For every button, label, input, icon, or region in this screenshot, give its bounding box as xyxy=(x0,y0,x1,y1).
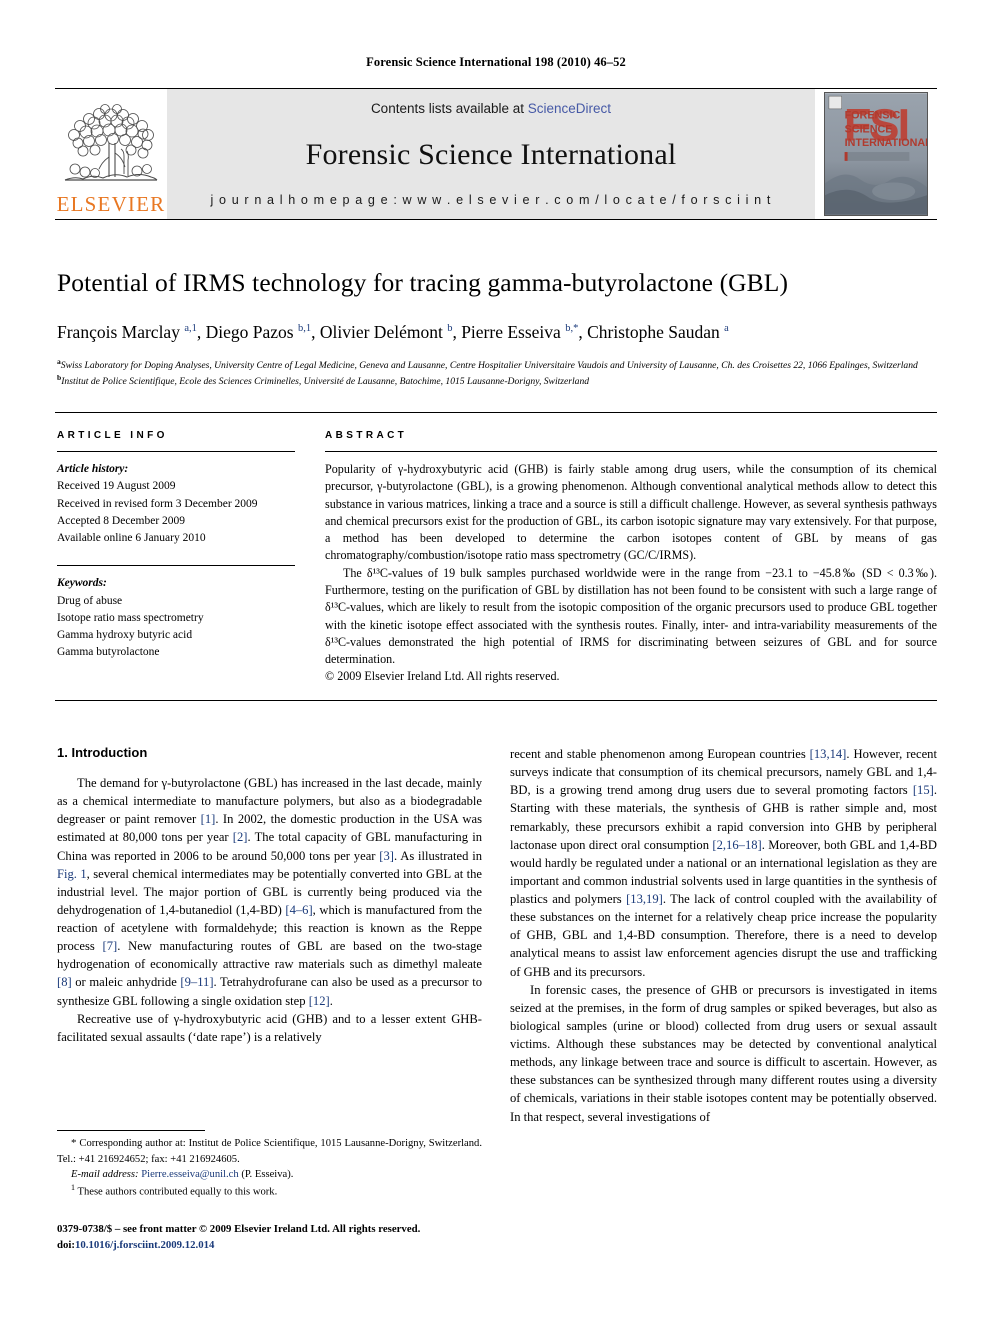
keyword-item: Drug of abuse xyxy=(57,594,123,607)
keywords-label: Keywords: xyxy=(57,577,107,590)
abstract-heading: ABSTRACT xyxy=(325,430,408,441)
footnote-equal-text: These authors contributed equally to thi… xyxy=(77,1186,278,1198)
elsevier-wordmark: ELSEVIER xyxy=(56,192,166,216)
sciencedirect-link[interactable]: ScienceDirect xyxy=(528,101,611,116)
svg-text:FORENSIC: FORENSIC xyxy=(845,110,901,122)
abstract-paragraph: The δ¹³C-values of 19 bulk samples purch… xyxy=(325,565,937,667)
article-info-block: ARTICLE INFO Article history: Received 1… xyxy=(57,430,295,662)
journal-homepage[interactable]: j o u r n a l h o m e p a g e : w w w . … xyxy=(211,193,772,207)
journal-title: Forensic Science International xyxy=(305,137,677,171)
affiliation-a: aSwiss Laboratory for Doping Analyses, U… xyxy=(57,357,937,373)
article-history-item: Received 19 August 2009 xyxy=(57,480,176,493)
author-list: François Marclay a,1, Diego Pazos b,1, O… xyxy=(57,321,729,342)
abstract-copyright: © 2009 Elsevier Ireland Ltd. All rights … xyxy=(325,669,560,684)
article-page: Forensic Science International 198 (2010… xyxy=(0,0,992,1323)
journal-masthead: ELSEVIER Contents lists available at Sci… xyxy=(55,88,937,220)
elsevier-tree-icon xyxy=(64,104,158,181)
svg-text:SCIENCE: SCIENCE xyxy=(845,123,893,135)
email-link[interactable]: Pierre.esseiva@unil.ch xyxy=(141,1169,238,1180)
body-paragraph: Recreative use of γ-hydroxybutyric acid … xyxy=(57,1011,482,1044)
elsevier-logo: ELSEVIER xyxy=(55,89,167,219)
keyword-item: Gamma hydroxy butyric acid xyxy=(57,629,193,641)
keyword-item: Isotope ratio mass spectrometry xyxy=(57,611,204,624)
doi-label: doi: xyxy=(57,1238,75,1251)
imprint-block: 0379-0738/$ – see front matter © 2009 El… xyxy=(57,1222,497,1253)
title-block: Potential of IRMS technology for tracing… xyxy=(57,268,937,390)
abstract-paragraph: Popularity of γ-hydroxybutyric acid (GHB… xyxy=(325,462,937,563)
footnote-corresponding-author: * Corresponding author at: Institut de P… xyxy=(57,1136,482,1167)
affiliation-b-text: Institut de Police Scientifique, Ecole d… xyxy=(61,376,590,388)
article-info-heading: ARTICLE INFO xyxy=(57,430,168,441)
section-heading-introduction: 1. Introduction xyxy=(57,745,148,760)
keywords-rule xyxy=(57,565,295,567)
footnote-star-marker: * xyxy=(71,1137,77,1149)
footnote-email: E-mail address: Pierre.esseiva@unil.ch (… xyxy=(57,1167,482,1182)
svg-text:INTERNATIONAL: INTERNATIONAL xyxy=(845,137,927,149)
running-head: Forensic Science International 198 (2010… xyxy=(366,55,626,69)
footnote-equal-contribution: 1 These authors contributed equally to t… xyxy=(57,1182,482,1200)
article-history-item: Available online 6 January 2010 xyxy=(57,532,206,544)
email-label: E-mail address: xyxy=(71,1168,139,1180)
abstract-block: ABSTRACT Popularity of γ-hydroxybutyric … xyxy=(325,430,937,686)
imprint-front-matter: 0379-0738/$ – see front matter © 2009 El… xyxy=(57,1223,421,1235)
body-column-left: 1. Introduction The demand for γ-butyrol… xyxy=(57,745,482,1046)
contents-available-line: Contents lists available at ScienceDirec… xyxy=(371,101,611,116)
contents-prefix: Contents lists available at xyxy=(370,101,528,116)
abstract-body: Popularity of γ-hydroxybutyric acid (GHB… xyxy=(325,461,937,686)
footnote-rule xyxy=(57,1130,205,1131)
body-paragraph: In forensic cases, the presence of GHB o… xyxy=(510,982,937,1124)
body-column-right: recent and stable phenomenon among Europ… xyxy=(510,745,937,1126)
footnote-marker-1: 1 xyxy=(71,1182,75,1192)
masthead-center: Contents lists available at ScienceDirec… xyxy=(167,89,815,219)
abstract-rule xyxy=(325,451,937,452)
keyword-item: Gamma butyrolactone xyxy=(57,646,160,659)
imprint-doi-line: doi:10.1016/j.forsciint.2009.12.014 xyxy=(57,1238,497,1254)
article-info-rule xyxy=(57,451,295,452)
article-history-label: Article history: xyxy=(57,463,129,475)
body-paragraph: recent and stable phenomenon among Europ… xyxy=(510,747,938,979)
cover-image: FSI FORENSIC SCIENCE INTERNATIONAL xyxy=(824,92,928,216)
affiliation-a-text: Swiss Laboratory for Doping Analyses, Un… xyxy=(60,360,918,372)
footnote-block: * Corresponding author at: Institut de P… xyxy=(57,1130,482,1199)
journal-cover-thumbnail: FSI FORENSIC SCIENCE INTERNATIONAL xyxy=(815,89,937,219)
email-suffix: (P. Esseiva). xyxy=(241,1168,294,1180)
cover-artwork-icon: FSI FORENSIC SCIENCE INTERNATIONAL xyxy=(825,93,927,215)
article-history-item: Accepted 8 December 2009 xyxy=(57,514,186,527)
body-paragraph: The demand for γ-butyrolactone (GBL) has… xyxy=(57,776,483,1008)
article-history-item: Received in revised form 3 December 2009 xyxy=(57,497,258,510)
abstract-bottom-rule xyxy=(55,700,937,701)
footnote-corresponding-text: Corresponding author at: Institut de Pol… xyxy=(57,1138,482,1165)
abstract-top-rule xyxy=(55,412,937,413)
doi-link[interactable]: 10.1016/j.forsciint.2009.12.014 xyxy=(75,1239,214,1251)
affiliation-b: bInstitut de Police Scientifique, Ecole … xyxy=(57,373,937,389)
paper-title: Potential of IRMS technology for tracing… xyxy=(57,268,789,297)
